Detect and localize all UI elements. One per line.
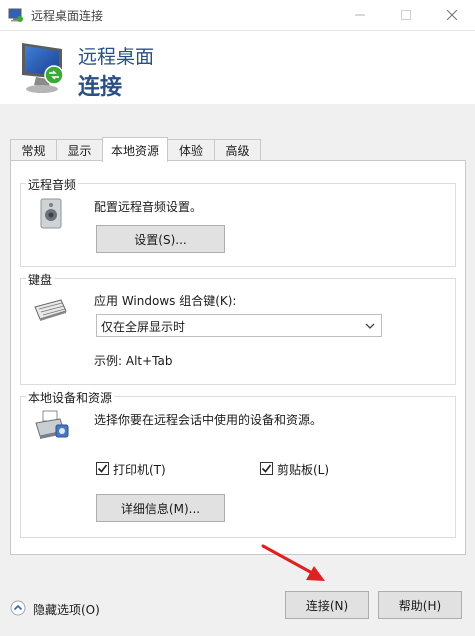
printer-label[interactable]: 打印机(T)	[113, 461, 166, 478]
close-icon	[447, 10, 457, 20]
connect-button[interactable]: 连接(N)	[285, 591, 369, 619]
windows-key-combo-label: 应用 Windows 组合键(K):	[94, 294, 237, 308]
minimize-button[interactable]	[337, 0, 383, 30]
checkmark-icon	[97, 464, 108, 473]
tab-experience[interactable]: 体验	[167, 139, 215, 160]
keyboard-icon	[33, 297, 67, 321]
chevron-down-icon	[365, 323, 375, 329]
key-combo-selected: 仅在全屏显示时	[101, 320, 186, 334]
keyboard-group: 键盘 应用 Windows 组合键(K): 仅在全屏显示时 示例: Alt+Ta…	[20, 271, 456, 385]
tab-local-resources[interactable]: 本地资源	[102, 137, 168, 162]
remote-audio-title: 远程音频	[26, 176, 79, 193]
banner-title: 远程桌面	[78, 46, 155, 68]
remote-desktop-monitor-icon	[18, 39, 72, 97]
help-button[interactable]: 帮助(H)	[378, 591, 462, 619]
clipboard-label[interactable]: 剪贴板(L)	[277, 461, 329, 478]
local-devices-group: 本地设备和资源 选择你要在远程会话中使用的设备和资源。 打印机(T) 剪贴板(L…	[20, 389, 456, 538]
speaker-icon	[37, 198, 67, 230]
local-devices-description: 选择你要在远程会话中使用的设备和资源。	[94, 413, 323, 427]
window-title: 远程桌面连接	[31, 9, 104, 23]
close-button[interactable]	[429, 0, 475, 30]
key-combo-example: 示例: Alt+Tab	[94, 354, 173, 368]
tab-advanced[interactable]: 高级	[214, 139, 261, 160]
maximize-icon	[401, 10, 411, 20]
clipboard-checkbox[interactable]	[260, 462, 273, 475]
key-combo-dropdown[interactable]: 仅在全屏显示时	[96, 314, 382, 337]
audio-settings-button[interactable]: 设置(S)...	[96, 225, 225, 253]
tab-general[interactable]: 常规	[10, 139, 57, 160]
devices-printer-icon	[34, 409, 70, 443]
local-resources-panel: 远程音频 配置远程音频设置。 设置(S)... 键盘 应用 Windows 组合…	[10, 160, 466, 555]
maximize-button[interactable]	[383, 0, 429, 30]
printer-checkbox[interactable]	[96, 462, 109, 475]
banner-subtitle: 连接	[78, 75, 123, 100]
keyboard-title: 键盘	[26, 271, 55, 288]
tab-display[interactable]: 显示	[56, 139, 103, 160]
remote-audio-group: 远程音频 配置远程音频设置。 设置(S)...	[20, 176, 456, 267]
minimize-icon	[355, 14, 365, 16]
checkmark-icon	[261, 464, 272, 473]
remote-desktop-app-icon	[8, 7, 24, 23]
banner: 远程桌面 连接	[0, 30, 475, 104]
remote-audio-description: 配置远程音频设置。	[94, 200, 203, 214]
hide-options-toggle-icon[interactable]	[10, 600, 26, 616]
hide-options-link[interactable]: 隐藏选项(O)	[33, 601, 100, 618]
local-devices-title: 本地设备和资源	[26, 389, 115, 406]
details-button[interactable]: 详细信息(M)...	[96, 494, 225, 522]
